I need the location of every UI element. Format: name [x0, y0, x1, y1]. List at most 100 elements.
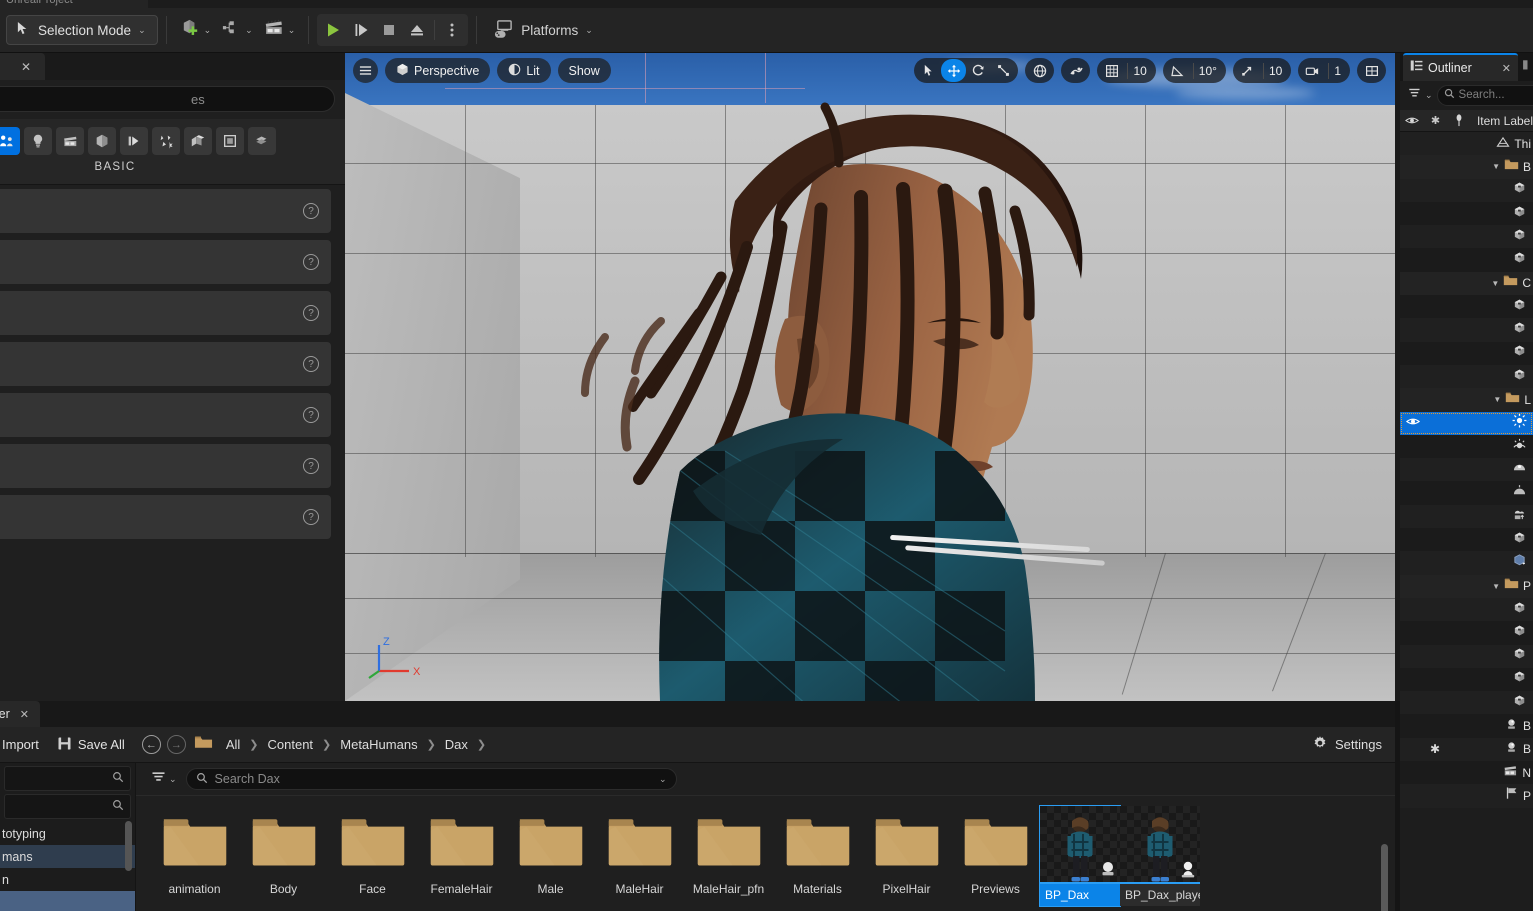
import-button[interactable]: Import — [0, 732, 48, 758]
tree-search-input-bottom[interactable] — [4, 794, 131, 819]
expand-arrow-icon[interactable]: ▼ — [1492, 582, 1500, 591]
all-classes-icon[interactable] — [0, 127, 20, 155]
outliner-item-row[interactable] — [1400, 645, 1533, 668]
close-icon[interactable]: ✕ — [20, 708, 29, 721]
level-viewport[interactable]: X Z Perspective — [345, 53, 1395, 701]
outliner-item-row[interactable]: N — [1400, 761, 1533, 784]
list-item[interactable]: r Box ? — [0, 444, 331, 488]
list-item[interactable]: ight ? — [0, 342, 331, 386]
outliner-item-row[interactable] — [1400, 691, 1533, 714]
list-item[interactable]: ? — [0, 189, 331, 233]
help-icon[interactable]: ? — [303, 356, 319, 372]
outliner-item-row[interactable]: B — [1400, 714, 1533, 737]
folder-asset-tile[interactable]: PixelHair — [862, 806, 951, 911]
eject-button[interactable] — [403, 16, 431, 44]
shapes-icon[interactable] — [88, 127, 116, 155]
outliner-item-row[interactable]: ✱B — [1400, 738, 1533, 761]
tree-item[interactable]: n — [0, 868, 135, 891]
show-dropdown[interactable]: Show — [558, 58, 611, 83]
outliner-item-row[interactable] — [1400, 481, 1533, 504]
filter-icon[interactable] — [1408, 86, 1421, 104]
outliner-item-row[interactable] — [1400, 458, 1533, 481]
stop-button[interactable] — [375, 16, 403, 44]
angle-snap-value[interactable]: 10° — [1193, 63, 1224, 79]
tree-search-input-top[interactable] — [4, 766, 131, 791]
viewport-layout-icon[interactable] — [1359, 59, 1384, 82]
outliner-item-row[interactable] — [1400, 365, 1533, 388]
outliner-item-row[interactable] — [1400, 342, 1533, 365]
pin-icon[interactable] — [1447, 114, 1471, 127]
help-icon[interactable]: ? — [303, 254, 319, 270]
help-icon[interactable]: ? — [303, 458, 319, 474]
outliner-item-row[interactable] — [1400, 295, 1533, 318]
help-icon[interactable]: ? — [303, 305, 319, 321]
place-actors-search-input[interactable]: es — [0, 86, 335, 112]
outliner-folder-row[interactable]: ▼P — [1400, 575, 1533, 598]
visual-effects-icon[interactable] — [120, 127, 148, 155]
help-icon[interactable]: ? — [303, 203, 319, 219]
folder-asset-tile[interactable]: Male — [506, 806, 595, 911]
folder-asset-tile[interactable]: Previews — [951, 806, 1040, 911]
list-item[interactable]: r Sphere ? — [0, 495, 331, 539]
grid-icon[interactable] — [1099, 59, 1124, 82]
close-icon[interactable]: ✕ — [21, 60, 31, 74]
content-browser-tab[interactable]: er ✕ — [0, 701, 40, 727]
outliner-item-row[interactable] — [1400, 318, 1533, 341]
geometry-icon[interactable] — [152, 127, 180, 155]
settings-button[interactable]: Settings — [1306, 731, 1388, 758]
play-button[interactable] — [319, 16, 347, 44]
asset-filter-button[interactable]: ⌄ — [148, 766, 180, 792]
outliner-item-row[interactable] — [1400, 528, 1533, 551]
list-item[interactable]: ter ? — [0, 240, 331, 284]
folder-asset-tile[interactable]: animation — [150, 806, 239, 911]
outliner-item-row[interactable]: P — [1400, 784, 1533, 807]
eye-icon[interactable] — [1406, 416, 1420, 430]
folder-asset-tile[interactable]: FemaleHair — [417, 806, 506, 911]
search-input[interactable]: Search Dax ⌄ — [186, 768, 677, 790]
globe-icon[interactable] — [1027, 59, 1052, 82]
camera-icon[interactable] — [1300, 59, 1325, 82]
breadcrumb-item-dax[interactable]: Dax — [440, 735, 473, 754]
place-actors-tab[interactable]: ✕ — [0, 53, 45, 80]
breadcrumb-item-all[interactable]: All — [221, 735, 245, 754]
expand-arrow-icon[interactable]: ▼ — [1492, 162, 1500, 171]
star-icon[interactable]: ✱ — [1430, 742, 1440, 756]
breadcrumb-item-content[interactable]: Content — [263, 735, 319, 754]
back-arrow-icon[interactable]: ← — [142, 735, 161, 754]
blueprint-asset-tile[interactable]: BP_Dax_player — [1120, 806, 1200, 911]
cinematics-dropdown[interactable]: ⌄ — [258, 14, 301, 46]
breadcrumb-item-metahumans[interactable]: MetaHumans — [335, 735, 422, 754]
chevron-down-icon[interactable]: ⌄ — [659, 775, 667, 784]
outliner-tab[interactable]: Outliner ✕ — [1403, 53, 1518, 81]
help-icon[interactable]: ? — [303, 407, 319, 423]
chevron-down-icon[interactable]: ⌄ — [1425, 91, 1433, 100]
rotate-tool-button[interactable] — [966, 59, 991, 82]
asset-grid-scrollbar[interactable] — [1381, 844, 1388, 911]
expand-arrow-icon[interactable]: ▼ — [1493, 395, 1501, 404]
play-options-button[interactable] — [438, 16, 466, 44]
outliner-item-row[interactable] — [1400, 435, 1533, 458]
scale-arrow-icon[interactable] — [1235, 59, 1260, 82]
view-mode-dropdown[interactable]: Lit — [497, 58, 550, 83]
surface-snap-icon[interactable] — [1063, 59, 1088, 82]
angle-icon[interactable] — [1165, 59, 1190, 82]
cinematic-icon[interactable] — [56, 127, 84, 155]
outliner-item-row[interactable] — [1400, 621, 1533, 644]
outliner-item-row[interactable] — [1400, 225, 1533, 248]
outliner-item-row[interactable]: Thi — [1400, 132, 1533, 155]
close-icon[interactable]: ✕ — [1502, 62, 1511, 75]
outliner-folder-row[interactable]: ▼C — [1400, 272, 1533, 295]
scale-tool-button[interactable] — [991, 59, 1016, 82]
expand-arrow-icon[interactable]: ▼ — [1491, 279, 1499, 288]
outliner-search-input[interactable]: Search... — [1437, 85, 1533, 106]
skip-button[interactable] — [347, 16, 375, 44]
outliner-item-row[interactable] — [1400, 668, 1533, 691]
tree-scrollbar[interactable] — [125, 821, 132, 871]
camera-speed-value[interactable]: 1 — [1328, 63, 1348, 79]
outliner-item-row[interactable] — [1400, 505, 1533, 528]
all-actors-icon[interactable] — [216, 127, 244, 155]
item-label-header[interactable]: Item Label — [1471, 114, 1533, 128]
outliner-item-row[interactable] — [1400, 598, 1533, 621]
outliner-folder-row[interactable]: ▼L — [1400, 388, 1533, 411]
folder-asset-tile[interactable]: Materials — [773, 806, 862, 911]
